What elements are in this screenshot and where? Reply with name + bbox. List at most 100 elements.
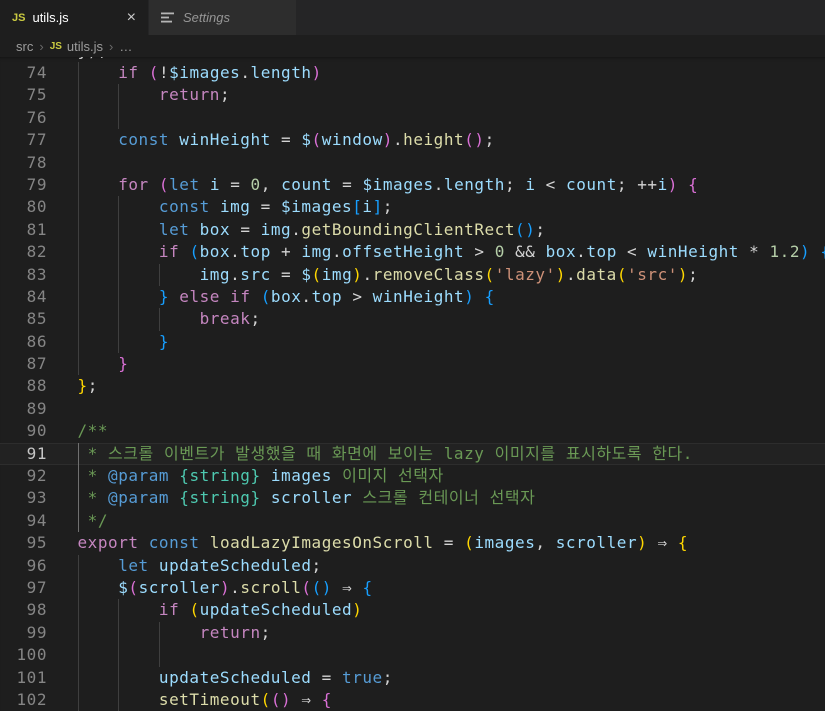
- line-number[interactable]: 100: [0, 644, 47, 666]
- line-number[interactable]: 78: [0, 152, 47, 174]
- code-line-text[interactable]: let box = img.getBoundingClientRect();: [78, 219, 825, 241]
- code-line-text[interactable]: * @param {string} scroller 스크롤 컨테이너 선택자: [78, 487, 825, 509]
- code-line[interactable]: 79 for (let i = 0, count = $images.lengt…: [0, 174, 825, 196]
- line-number[interactable]: 101: [0, 667, 47, 689]
- line-number[interactable]: 85: [0, 308, 47, 330]
- code-line[interactable]: 88};: [0, 375, 825, 397]
- code-editor[interactable]: });74 if (!$images.length)75 return;7677…: [0, 57, 825, 711]
- code-line[interactable]: 98 if (updateScheduled): [0, 599, 825, 621]
- line-number[interactable]: 77: [0, 129, 47, 151]
- close-icon[interactable]: ×: [127, 10, 136, 26]
- code-line[interactable]: 77 const winHeight = $(window).height();: [0, 129, 825, 151]
- code-line[interactable]: 102 setTimeout(() ⇒ {: [0, 689, 825, 711]
- line-number[interactable]: 98: [0, 599, 47, 621]
- code-line[interactable]: 89: [0, 398, 825, 420]
- breadcrumb-item-utils-js[interactable]: JS utils.js: [50, 39, 103, 54]
- code-line-text[interactable]: updateScheduled = true;: [78, 667, 825, 689]
- code-line-text[interactable]: let updateScheduled;: [78, 555, 825, 577]
- line-number[interactable]: 93: [0, 487, 47, 509]
- code-line[interactable]: 74 if (!$images.length): [0, 62, 825, 84]
- code-line[interactable]: 100: [0, 644, 825, 666]
- line-number[interactable]: 90: [0, 420, 47, 442]
- line-number[interactable]: 92: [0, 465, 47, 487]
- code-line-text[interactable]: break;: [78, 308, 825, 330]
- code-token: .: [566, 265, 576, 284]
- code-line[interactable]: 86 }: [0, 331, 825, 353]
- line-number[interactable]: 84: [0, 286, 47, 308]
- code-line-text[interactable]: }: [78, 331, 825, 353]
- code-line[interactable]: 85 break;: [0, 308, 825, 330]
- code-line[interactable]: 96 let updateScheduled;: [0, 555, 825, 577]
- code-line[interactable]: 82 if (box.top + img.offsetHeight > 0 &&…: [0, 241, 825, 263]
- code-line[interactable]: 78: [0, 152, 825, 174]
- line-number[interactable]: 95: [0, 532, 47, 554]
- line-number[interactable]: 86: [0, 331, 47, 353]
- breadcrumb-item-src[interactable]: src: [16, 39, 33, 54]
- code-line-text[interactable]: [78, 152, 825, 174]
- code-line-text[interactable]: */: [78, 510, 825, 532]
- code-token: {string}: [179, 488, 260, 507]
- line-number[interactable]: 91: [0, 443, 47, 465]
- tab-utils-js[interactable]: JS utils.js ×: [0, 0, 148, 35]
- code-line-text[interactable]: * 스크롤 이벤트가 발생했을 때 화면에 보이는 lazy 이미지를 표시하도…: [78, 443, 825, 465]
- line-number[interactable]: 88: [0, 375, 47, 397]
- code-line-text[interactable]: export const loadLazyImagesOnScroll = (i…: [78, 532, 825, 554]
- breadcrumb-item-ellipsis[interactable]: …: [119, 39, 132, 54]
- line-number[interactable]: 74: [0, 62, 47, 84]
- code-line-text[interactable]: return;: [78, 84, 825, 106]
- code-line[interactable]: 97 $(scroller).scroll(() ⇒ {: [0, 577, 825, 599]
- code-line-text[interactable]: if (updateScheduled): [78, 599, 825, 621]
- code-line-text[interactable]: const winHeight = $(window).height();: [78, 129, 825, 151]
- code-line-text[interactable]: /**: [78, 420, 825, 442]
- code-line-text[interactable]: } else if (box.top > winHeight) {: [78, 286, 825, 308]
- line-number[interactable]: 75: [0, 84, 47, 106]
- line-number[interactable]: 81: [0, 219, 47, 241]
- line-number[interactable]: 87: [0, 353, 47, 375]
- line-number[interactable]: 89: [0, 398, 47, 420]
- code-token: const: [118, 130, 169, 149]
- tab-settings[interactable]: Settings: [149, 0, 296, 35]
- code-line[interactable]: 90 /**: [0, 420, 825, 442]
- code-line-text[interactable]: for (let i = 0, count = $images.length; …: [78, 174, 825, 196]
- code-line[interactable]: 91 * 스크롤 이벤트가 발생했을 때 화면에 보이는 lazy 이미지를 표…: [0, 443, 825, 465]
- code-line-text[interactable]: img.src = $(img).removeClass('lazy').dat…: [78, 264, 825, 286]
- line-number[interactable]: 82: [0, 241, 47, 263]
- code-line[interactable]: 94 */: [0, 510, 825, 532]
- code-line-text[interactable]: setTimeout(() ⇒ {: [78, 689, 825, 711]
- line-number[interactable]: 102: [0, 689, 47, 711]
- line-number[interactable]: 97: [0, 577, 47, 599]
- code-line-text[interactable]: }: [78, 353, 825, 375]
- code-line-text[interactable]: return;: [78, 622, 825, 644]
- code-line[interactable]: 87 }: [0, 353, 825, 375]
- code-line[interactable]: 76: [0, 107, 825, 129]
- code-line[interactable]: 80 const img = $images[i];: [0, 196, 825, 218]
- code-line-text[interactable]: };: [78, 375, 825, 397]
- code-line-text[interactable]: [78, 644, 825, 666]
- line-number[interactable]: 96: [0, 555, 47, 577]
- line-number[interactable]: 80: [0, 196, 47, 218]
- code-line[interactable]: 83 img.src = $(img).removeClass('lazy').…: [0, 264, 825, 286]
- code-token: >: [342, 287, 373, 306]
- code-line[interactable]: 75 return;: [0, 84, 825, 106]
- code-line-text[interactable]: const img = $images[i];: [78, 196, 825, 218]
- code-line[interactable]: 93 * @param {string} scroller 스크롤 컨테이너 선…: [0, 487, 825, 509]
- line-number[interactable]: 76: [0, 107, 47, 129]
- code-line[interactable]: 84 } else if (box.top > winHeight) {: [0, 286, 825, 308]
- code-line[interactable]: 81 let box = img.getBoundingClientRect()…: [0, 219, 825, 241]
- code-line-text[interactable]: * @param {string} images 이미지 선택자: [78, 465, 825, 487]
- code-line[interactable]: 95 export const loadLazyImagesOnScroll = …: [0, 532, 825, 554]
- line-number[interactable]: 79: [0, 174, 47, 196]
- code-line[interactable]: 101 updateScheduled = true;: [0, 667, 825, 689]
- code-token: });: [78, 57, 109, 60]
- code-line-text[interactable]: $(scroller).scroll(() ⇒ {: [78, 577, 825, 599]
- line-number[interactable]: 99: [0, 622, 47, 644]
- line-number[interactable]: 83: [0, 264, 47, 286]
- code-line-text[interactable]: [78, 398, 825, 420]
- code-line[interactable]: 99 return;: [0, 622, 825, 644]
- code-token: */: [78, 511, 109, 530]
- code-line-text[interactable]: [78, 107, 825, 129]
- code-line-text[interactable]: if (box.top + img.offsetHeight > 0 && bo…: [78, 241, 825, 263]
- code-line-text[interactable]: if (!$images.length): [78, 62, 825, 84]
- line-number[interactable]: 94: [0, 510, 47, 532]
- code-line[interactable]: 92 * @param {string} images 이미지 선택자: [0, 465, 825, 487]
